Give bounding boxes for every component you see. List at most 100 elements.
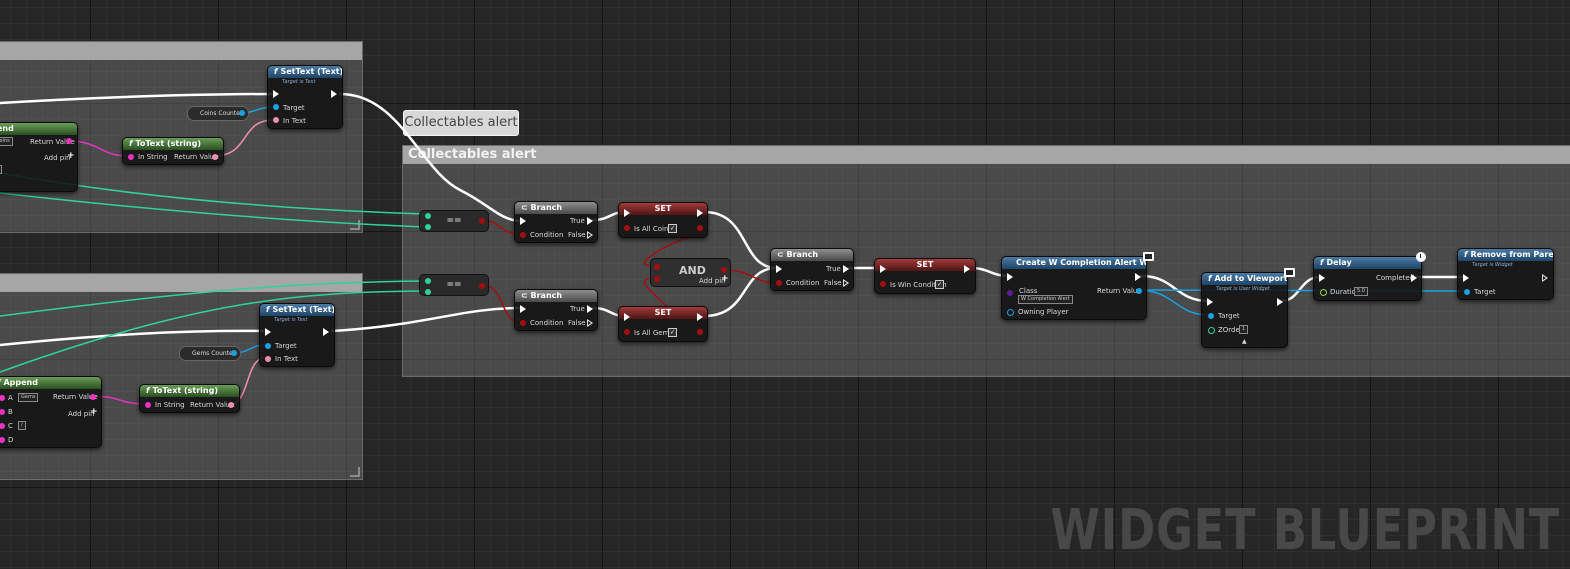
a-pin[interactable] (425, 213, 431, 219)
value-checkbox[interactable]: ✓ (668, 224, 677, 233)
value-pin[interactable] (880, 281, 886, 287)
in-string-pin[interactable] (145, 402, 151, 408)
d-pin[interactable] (0, 437, 5, 443)
result-pin[interactable] (479, 283, 485, 289)
gems-counter-node[interactable]: Gems Counter (179, 346, 241, 361)
expand-arrow-icon[interactable]: ▲ (1242, 338, 1247, 346)
a-value-field[interactable]: Coins (0, 137, 13, 146)
false-exec-pin[interactable] (587, 319, 593, 327)
delay-node[interactable]: f Delay Completed Duration 5.0 (1313, 252, 1426, 301)
totext-node-gems[interactable]: f ToText (string) In String Return Value (139, 384, 240, 413)
add-pin-button[interactable]: + (721, 275, 729, 284)
exec-out-pin[interactable] (323, 328, 329, 336)
value-checkbox[interactable]: ✓ (668, 328, 677, 337)
branch-node-coins[interactable]: ⊂ Branch True Condition False (514, 201, 598, 243)
branch-node-win[interactable]: ⊂ Branch True Condition False (770, 248, 854, 291)
c-value-field[interactable] (0, 165, 2, 174)
exec-out-pin[interactable] (1135, 273, 1141, 281)
class-value-field[interactable]: W Completion Alert (1018, 295, 1073, 304)
exec-in-pin[interactable] (624, 209, 630, 217)
exec-out-pin[interactable] (697, 313, 703, 321)
b-pin[interactable] (425, 289, 431, 295)
append-node-coins[interactable]: end Coins Return Value Add pin + (0, 122, 78, 192)
exec-in-pin[interactable] (273, 90, 279, 98)
exec-in-pin[interactable] (520, 217, 526, 225)
object-pin[interactable] (231, 350, 237, 356)
equal-node-coins[interactable]: == (419, 210, 489, 232)
add-pin-button[interactable]: + (67, 152, 75, 161)
condition-pin[interactable] (776, 280, 782, 286)
a-pin[interactable] (425, 278, 431, 284)
exec-in-pin[interactable] (1463, 274, 1469, 282)
exec-out-pin[interactable] (697, 209, 703, 217)
duration-pin[interactable] (1320, 289, 1327, 296)
completed-exec-pin[interactable] (1411, 274, 1417, 282)
equal-node-gems[interactable]: == (419, 274, 489, 296)
exec-in-pin[interactable] (520, 305, 526, 313)
class-pin[interactable] (1007, 290, 1013, 296)
exec-in-pin[interactable] (265, 328, 271, 336)
b-pin[interactable] (654, 276, 660, 282)
add-pin-button[interactable]: + (90, 408, 98, 417)
branch-node-gems[interactable]: ⊂ Branch True Condition False (514, 289, 598, 331)
return-pin[interactable] (90, 394, 96, 400)
and-node[interactable]: AND Add pin + (650, 258, 731, 287)
return-pin[interactable] (228, 402, 234, 408)
totext-node-coins[interactable]: f ToText (string) In String Return Value (122, 137, 224, 165)
exec-in-pin[interactable] (776, 265, 782, 273)
true-exec-pin[interactable] (587, 305, 593, 313)
b-pin[interactable] (0, 409, 5, 415)
settext-node-coins[interactable]: f SetText (Text) Target is Text Target In… (267, 65, 343, 129)
set-node-win-condition[interactable]: SET Is Win Condition ✓ (874, 258, 976, 294)
exec-out-pin[interactable] (1277, 298, 1283, 306)
exec-in-pin[interactable] (1207, 298, 1213, 306)
result-pin[interactable] (479, 218, 485, 224)
output-pin[interactable] (697, 225, 703, 231)
exec-in-pin[interactable] (1319, 274, 1325, 282)
set-node-all-coins[interactable]: SET Is All Coins ✓ (618, 202, 708, 238)
c-value-field[interactable]: / (18, 421, 26, 430)
append-node-gems[interactable]: fAppend A Gems Return Value B Add pin + … (0, 376, 102, 448)
owning-player-pin[interactable] (1007, 309, 1014, 316)
true-exec-pin[interactable] (843, 265, 849, 273)
false-exec-pin[interactable] (843, 279, 849, 287)
output-pin[interactable] (697, 329, 703, 335)
add-to-viewport-node[interactable]: f Add to Viewport Target is User Widget T… (1201, 268, 1295, 348)
false-exec-pin[interactable] (587, 231, 593, 239)
a-pin[interactable] (0, 395, 5, 401)
a-value-field[interactable]: Gems (18, 393, 39, 402)
zorder-value-field[interactable]: 1 (1239, 325, 1249, 334)
set-node-all-gems[interactable]: SET Is All Gems ✓ (618, 306, 708, 342)
in-text-pin[interactable] (273, 117, 279, 123)
value-checkbox[interactable]: ✓ (935, 280, 944, 289)
c-pin[interactable] (0, 423, 5, 429)
true-exec-pin[interactable] (587, 217, 593, 225)
in-text-pin[interactable] (265, 356, 271, 362)
target-pin[interactable] (1464, 289, 1470, 295)
coins-counter-node[interactable]: Coins Counter (187, 106, 249, 121)
condition-pin[interactable] (520, 320, 526, 326)
in-string-pin[interactable] (128, 154, 134, 160)
target-pin[interactable] (1208, 313, 1214, 319)
zorder-pin[interactable] (1208, 327, 1215, 334)
exec-out-pin[interactable] (1542, 274, 1548, 282)
create-widget-node[interactable]: Create W Completion Alert Widget Class W… (1001, 252, 1154, 320)
condition-pin[interactable] (520, 232, 526, 238)
target-pin[interactable] (273, 104, 279, 110)
exec-out-pin[interactable] (964, 265, 970, 273)
b-pin[interactable] (425, 224, 431, 230)
value-pin[interactable] (624, 225, 630, 231)
a-pin[interactable] (654, 264, 660, 270)
return-pin[interactable] (212, 154, 218, 160)
return-pin[interactable] (1136, 288, 1142, 294)
exec-in-pin[interactable] (1007, 273, 1013, 281)
value-pin[interactable] (624, 329, 630, 335)
object-pin[interactable] (239, 110, 245, 116)
return-pin[interactable] (66, 138, 72, 144)
exec-in-pin[interactable] (880, 265, 886, 273)
duration-value-field[interactable]: 5.0 (1354, 287, 1368, 296)
settext-node-gems[interactable]: f SetText (Text) Target is Text Target In… (259, 303, 335, 367)
exec-out-pin[interactable] (331, 90, 337, 98)
exec-in-pin[interactable] (624, 313, 630, 321)
remove-from-parent-node[interactable]: fRemove from Parent Target is Widget Tar… (1457, 248, 1554, 300)
